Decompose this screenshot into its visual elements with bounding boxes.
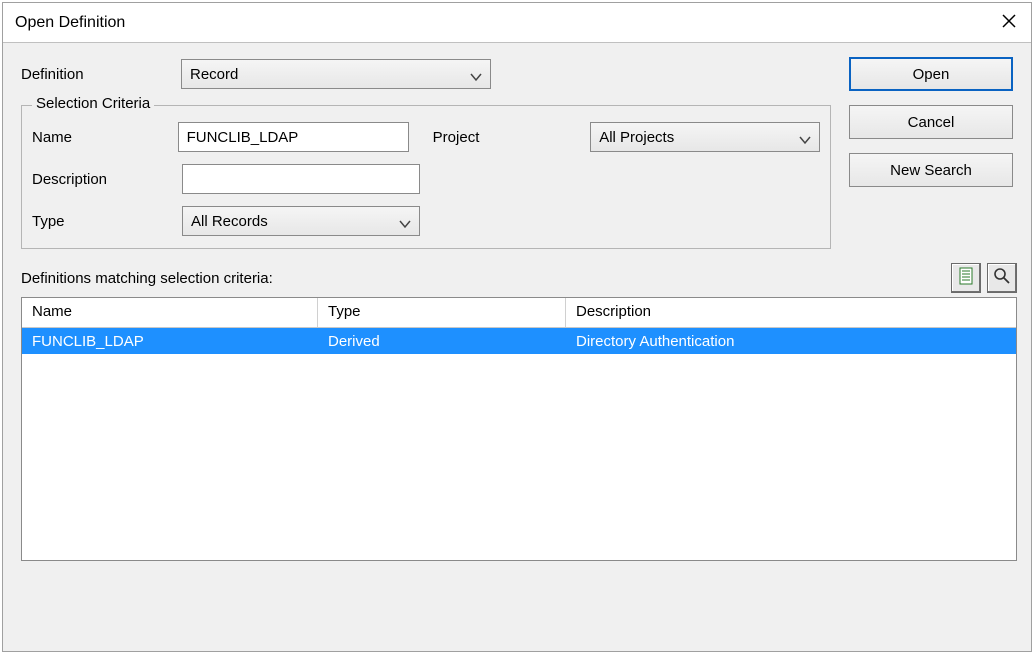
chevron-down-icon [799,132,811,142]
cell-name: FUNCLIB_LDAP [22,331,318,352]
find-button[interactable] [987,263,1017,293]
open-button-label: Open [913,66,950,83]
column-header-name[interactable]: Name [22,298,318,327]
open-definition-dialog: Open Definition Open Cancel New Search D… [2,2,1032,652]
name-input[interactable] [178,122,409,152]
definition-label: Definition [21,66,171,83]
chevron-down-icon [399,216,411,226]
selection-criteria-legend: Selection Criteria [32,95,154,112]
results-table[interactable]: Name Type Description FUNCLIB_LDAP Deriv… [21,297,1017,561]
list-view-button[interactable] [951,263,981,293]
cell-type: Derived [318,331,566,352]
matching-label: Definitions matching selection criteria: [21,270,273,287]
type-label: Type [32,213,172,230]
chevron-down-icon [470,69,482,79]
project-select-value: All Projects [599,129,674,146]
project-label: Project [433,129,510,146]
column-header-description[interactable]: Description [566,298,1016,327]
description-row: Description [32,164,820,194]
type-row: Type All Records [32,206,820,236]
type-select-value: All Records [191,213,268,230]
selection-criteria-group: Selection Criteria Name Project All Proj… [21,105,831,249]
new-search-button[interactable]: New Search [849,153,1013,187]
titlebar: Open Definition [3,3,1031,43]
magnifier-icon [993,267,1011,289]
matching-row: Definitions matching selection criteria: [21,263,1017,293]
cell-description: Directory Authentication [566,331,1016,352]
new-search-button-label: New Search [890,162,972,179]
name-row: Name Project All Projects [32,122,820,152]
close-icon [1002,14,1016,32]
table-row[interactable]: FUNCLIB_LDAP Derived Directory Authentic… [22,328,1016,354]
open-button[interactable]: Open [849,57,1013,91]
name-label: Name [32,129,168,146]
dialog-title: Open Definition [15,14,125,32]
type-select[interactable]: All Records [182,206,420,236]
action-buttons: Open Cancel New Search [849,57,1013,187]
cancel-button[interactable]: Cancel [849,105,1013,139]
results-header: Name Type Description [22,298,1016,328]
list-icon [958,267,974,289]
definition-select-value: Record [190,66,238,83]
definition-select[interactable]: Record [181,59,491,89]
description-input[interactable] [182,164,420,194]
project-select[interactable]: All Projects [590,122,820,152]
column-header-type[interactable]: Type [318,298,566,327]
content-area: Open Cancel New Search Definition Record… [3,43,1031,561]
cancel-button-label: Cancel [908,114,955,131]
results-toolbar [951,263,1017,293]
description-label: Description [32,171,172,188]
close-button[interactable] [987,3,1031,43]
